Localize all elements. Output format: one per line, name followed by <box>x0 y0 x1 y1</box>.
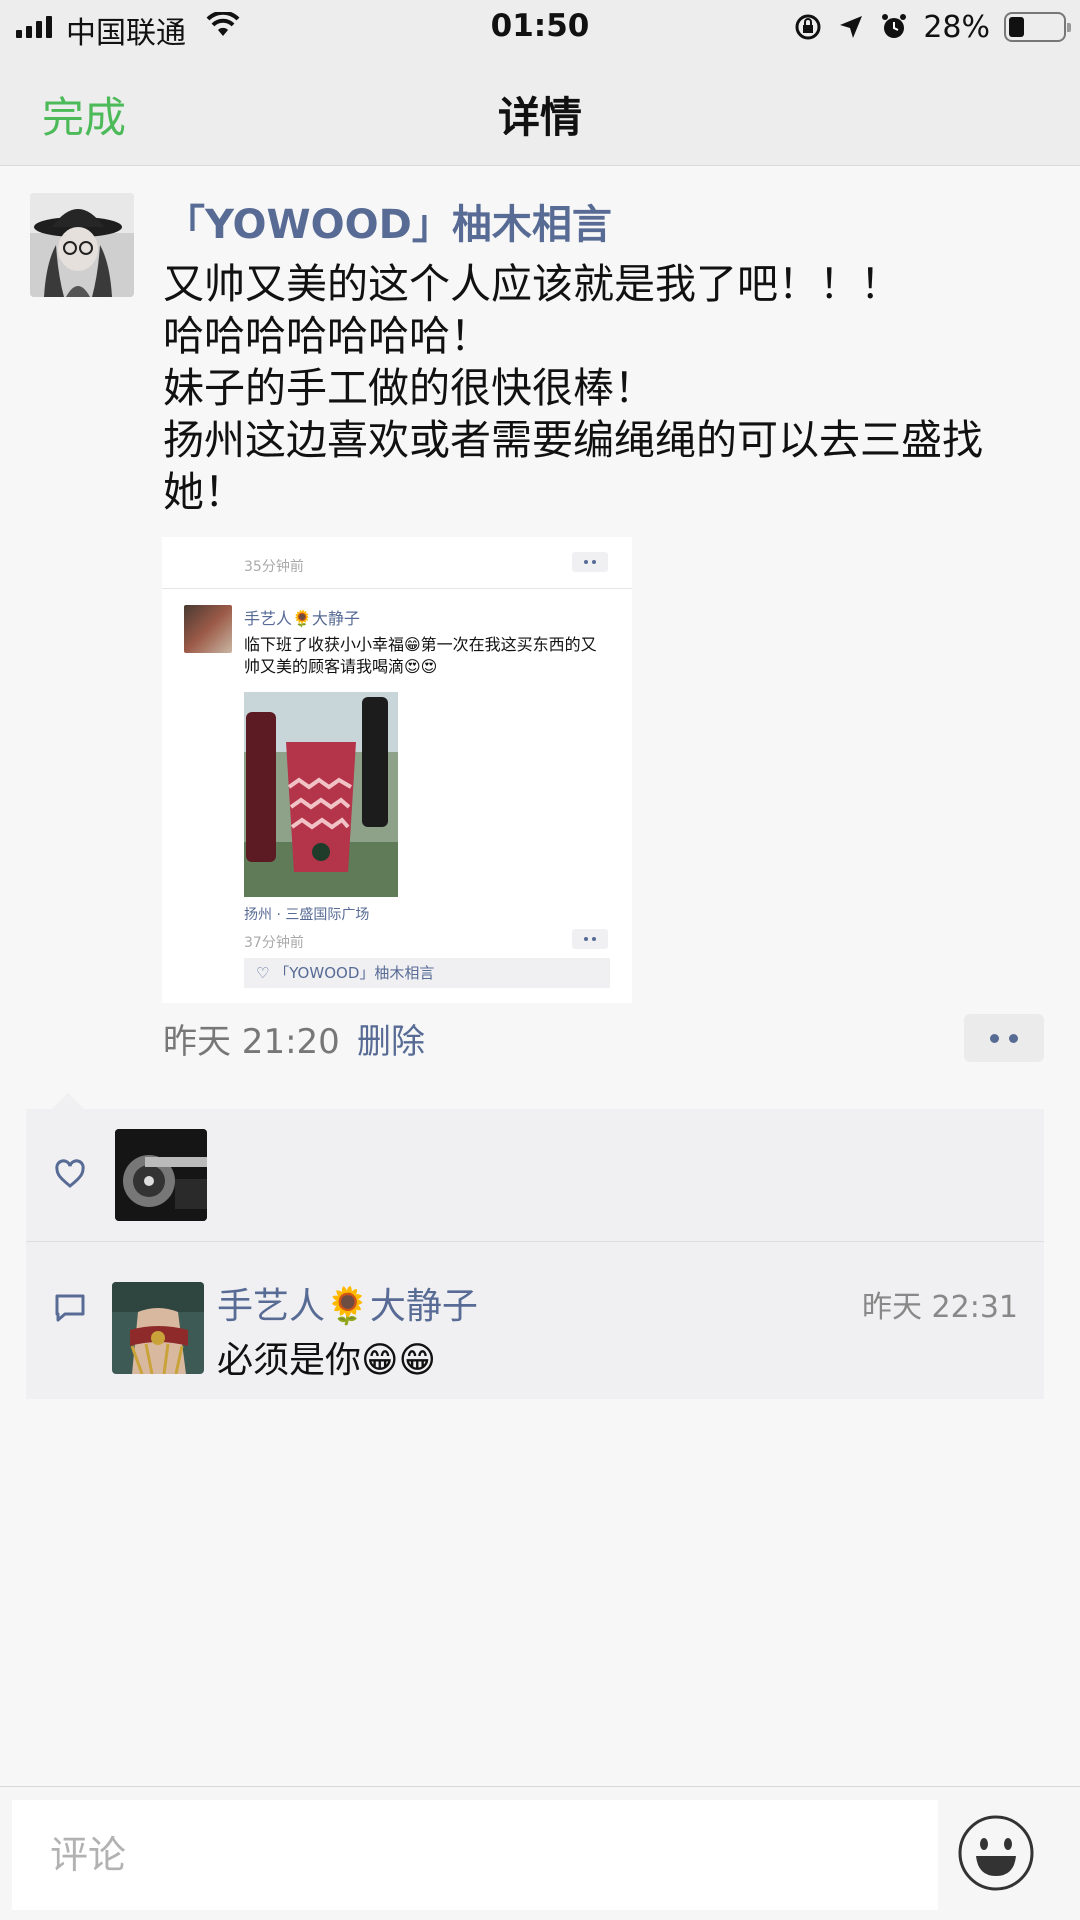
comment-time: 昨天 22:31 <box>862 1290 1018 1325</box>
comment-text[interactable]: 必须是你😁😁 <box>217 1331 436 1383</box>
liker-avatar[interactable] <box>115 1129 207 1221</box>
post-author-name[interactable]: 「YOWOOD」柚木相言 <box>165 192 612 250</box>
screenshot-likes: ♡ 「YOWOOD」柚木相言 <box>244 958 610 988</box>
likes-row <box>26 1109 1044 1242</box>
battery-percent: 28% <box>923 9 990 45</box>
screenshot-time: 37分钟前 <box>244 935 304 951</box>
comment-icon <box>55 1294 85 1322</box>
comment-author[interactable]: 手艺人🌻大静子 <box>217 1277 478 1329</box>
screenshot-top-time: 35分钟前 <box>244 559 304 575</box>
screenshot-text: 临下班了收获小小幸福😁第一次在我这买东西的又帅又美的顾客请我喝滴😍😍 <box>244 635 597 676</box>
post-author-avatar[interactable] <box>30 193 134 297</box>
post-text: 又帅又美的这个人应该就是我了吧！！！ 哈哈哈哈哈哈哈！ 妹子的手工做的很快很棒！… <box>163 258 1033 518</box>
screenshot-photo <box>244 692 398 897</box>
heart-icon <box>55 1159 85 1188</box>
screenshot-author: 手艺人🌻大静子 <box>244 609 360 628</box>
nav-bar: 完成 详情 <box>0 56 1080 166</box>
post-text-line: 又帅又美的这个人应该就是我了吧！！！ <box>163 260 901 308</box>
emoji-button-icon[interactable] <box>957 1814 1035 1892</box>
post-text-line: 哈哈哈哈哈哈哈！ <box>163 312 491 360</box>
screenshot-location: 扬州 · 三盛国际广场 <box>244 907 370 923</box>
post-text-line: 扬州这边喜欢或者需要编绳绳的可以去三盛找她！ <box>163 416 983 516</box>
screenshot-liker: 「YOWOOD」柚木相言 <box>274 964 435 982</box>
commenter-avatar[interactable] <box>112 1282 204 1374</box>
screenshot-divider <box>162 588 632 589</box>
interaction-panel: 手艺人🌻大静子 昨天 22:31 必须是你😁😁 <box>26 1093 1044 1399</box>
status-bar: 中国联通 01:50 28% <box>0 0 1080 56</box>
comment-input-bar <box>0 1786 1080 1920</box>
screenshot-avatar <box>184 605 232 653</box>
post-image[interactable]: 35分钟前 手艺人🌻大静子 临下班了收获小小幸福😁第一次在我这买东西的又帅又美的… <box>162 537 632 1003</box>
rotation-lock-icon <box>795 14 821 40</box>
delete-button[interactable]: 删除 <box>357 1014 425 1063</box>
location-icon <box>840 16 863 38</box>
screenshot-more-icon <box>572 552 608 572</box>
post-text-line: 妹子的手工做的很快很棒！ <box>163 364 655 412</box>
comment-input[interactable] <box>12 1800 938 1910</box>
battery-icon <box>1004 12 1071 42</box>
screenshot-more-icon-2 <box>572 929 608 949</box>
more-actions-button[interactable] <box>964 1014 1044 1062</box>
post-timestamp: 昨天 21:20 <box>163 1022 340 1062</box>
page-title: 详情 <box>497 93 582 142</box>
alarm-icon <box>882 14 907 38</box>
